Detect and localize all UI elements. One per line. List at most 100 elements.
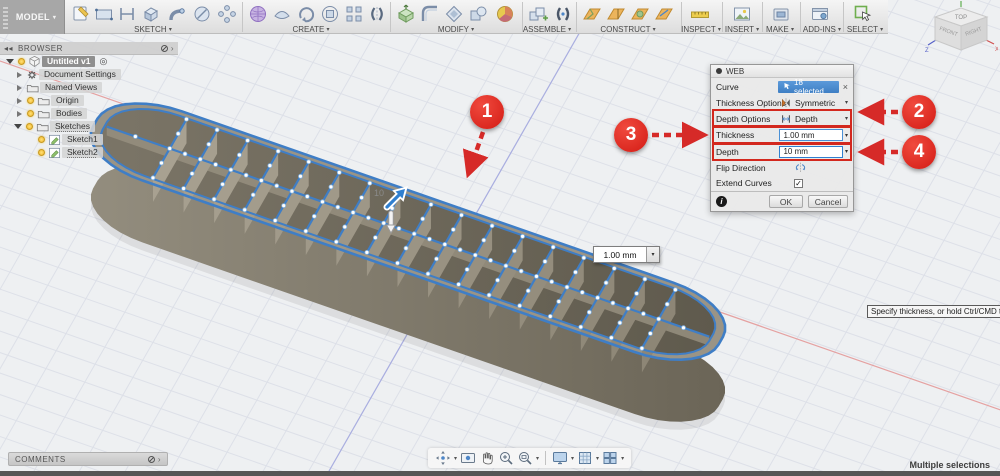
addins-icon[interactable] — [809, 3, 831, 25]
chevron-down-icon[interactable]: ▾ — [454, 455, 457, 462]
visibility-bulb-icon[interactable] — [26, 123, 33, 130]
cancel-button[interactable]: Cancel — [808, 195, 848, 208]
plane-angle-icon[interactable] — [605, 3, 627, 25]
plane-tangent-icon[interactable] — [629, 3, 651, 25]
visibility-bulb-icon[interactable] — [27, 97, 34, 104]
expanded-triangle-icon[interactable] — [14, 124, 22, 129]
chevron-right-icon[interactable]: › — [171, 44, 174, 53]
viewports-icon[interactable] — [602, 450, 618, 466]
visibility-bulb-icon[interactable] — [38, 149, 45, 156]
workspace-switcher[interactable]: MODEL ▾ — [0, 0, 65, 34]
browser-item-origin[interactable]: Origin — [0, 94, 178, 107]
mirror-icon[interactable] — [366, 3, 388, 25]
item-label[interactable]: Origin — [51, 95, 84, 106]
curve-selection-button[interactable]: 18 selected — [778, 78, 839, 96]
browser-item-document[interactable]: Untitled v1 ◎ — [0, 55, 178, 68]
group-label-construct[interactable]: CONSTRUCT ▾ — [600, 25, 655, 34]
chevron-down-icon[interactable]: ▾ — [845, 99, 848, 106]
orbit-icon[interactable] — [435, 450, 451, 466]
loft-icon[interactable] — [271, 3, 293, 25]
group-label-insert[interactable]: INSERT ▾ — [725, 25, 759, 34]
item-label[interactable]: Bodies — [51, 108, 87, 119]
browser-header[interactable]: ◂◂ BROWSER › — [0, 42, 178, 55]
browser-item-document-settings[interactable]: Document Settings — [0, 68, 178, 81]
web-dialog-header[interactable]: WEB — [711, 65, 853, 78]
visibility-bulb-icon[interactable] — [27, 110, 34, 117]
collapsed-triangle-icon[interactable] — [17, 97, 22, 104]
grid-display-icon[interactable] — [577, 450, 593, 466]
info-icon[interactable]: i — [716, 196, 727, 207]
comments-filter-icon[interactable] — [147, 455, 155, 463]
circular-pattern-icon[interactable] — [319, 3, 341, 25]
expanded-triangle-icon[interactable] — [6, 59, 14, 64]
plane-offset-icon[interactable] — [581, 3, 603, 25]
zoom-icon[interactable] — [498, 450, 514, 466]
group-label-select[interactable]: SELECT ▾ — [847, 25, 883, 34]
item-label[interactable]: Sketch1 — [62, 134, 103, 145]
fillet-icon[interactable] — [419, 3, 441, 25]
thickness-input[interactable]: 1.00 mm — [779, 129, 843, 141]
window-zoom-icon[interactable] — [517, 450, 533, 466]
display-settings-icon[interactable] — [552, 450, 568, 466]
chevron-down-icon[interactable]: ▾ — [536, 455, 539, 462]
view-cube[interactable]: TOP FRONT RIGHT X Z — [924, 0, 998, 58]
collapsed-triangle-icon[interactable] — [17, 84, 22, 91]
new-component-icon[interactable] — [527, 3, 549, 25]
chevron-down-icon[interactable]: ▾ — [571, 455, 574, 462]
group-label-add-ins[interactable]: ADD-INS ▾ — [803, 25, 841, 34]
group-label-inspect[interactable]: INSPECT ▾ — [681, 25, 721, 34]
chevron-down-icon[interactable]: ▾ — [845, 115, 848, 122]
group-label-modify[interactable]: MODIFY ▾ — [438, 25, 474, 34]
group-label-make[interactable]: MAKE ▾ — [766, 25, 794, 34]
comments-panel[interactable]: COMMENTS › — [8, 452, 168, 466]
depth-options-dropdown[interactable]: Depth — [780, 113, 818, 125]
thickness-spinner-icon[interactable]: ▾ — [845, 132, 848, 139]
measure-icon[interactable] — [689, 3, 711, 25]
depth-spinner-icon[interactable]: ▾ — [845, 148, 848, 155]
create-sketch-icon[interactable] — [70, 3, 92, 25]
item-label[interactable]: Sketches — [50, 121, 95, 132]
browser-item-sketches[interactable]: Sketches — [0, 120, 178, 133]
form-icon[interactable] — [247, 3, 269, 25]
clear-selection-icon[interactable]: × — [843, 82, 848, 92]
item-label[interactable]: Named Views — [40, 82, 103, 93]
combine-icon[interactable] — [467, 3, 489, 25]
chevron-down-icon[interactable]: ▾ — [621, 455, 624, 462]
browser-item-named-views[interactable]: Named Views — [0, 81, 178, 94]
document-name[interactable]: Untitled v1 — [42, 56, 96, 67]
group-label-assemble[interactable]: ASSEMBLE ▾ — [523, 25, 571, 34]
joint-icon[interactable] — [552, 3, 574, 25]
group-label-sketch[interactable]: SKETCH ▾ — [134, 25, 172, 34]
group-label-create[interactable]: CREATE ▾ — [292, 25, 329, 34]
plane-midplane-icon[interactable] — [653, 3, 675, 25]
project-icon[interactable] — [140, 3, 162, 25]
item-label[interactable]: Sketch2 — [62, 147, 103, 158]
pan-icon[interactable] — [479, 450, 495, 466]
thickness-options-dropdown[interactable]: Symmetric — [780, 97, 835, 109]
pattern-icon[interactable] — [343, 3, 365, 25]
sketch-pattern-icon[interactable] — [216, 3, 238, 25]
look-at-icon[interactable] — [460, 450, 476, 466]
collapsed-triangle-icon[interactable] — [17, 110, 22, 117]
line-icon[interactable] — [116, 3, 138, 25]
chevron-down-icon[interactable]: ▾ — [596, 455, 599, 462]
rectangle-icon[interactable] — [93, 3, 115, 25]
visibility-bulb-icon[interactable] — [18, 58, 25, 65]
dimension-value-input[interactable]: 1.00 mm — [594, 247, 646, 262]
item-label[interactable]: Document Settings — [39, 69, 121, 80]
ok-button[interactable]: OK — [769, 195, 803, 208]
extend-curves-checkbox[interactable]: ✓ — [794, 178, 803, 188]
chevron-right-icon[interactable]: › — [158, 455, 161, 464]
make-icon[interactable] — [770, 3, 792, 25]
collapse-icon[interactable]: ◂◂ — [4, 44, 13, 53]
activate-radio-icon[interactable]: ◎ — [99, 56, 107, 67]
select-icon[interactable] — [852, 3, 874, 25]
visibility-bulb-icon[interactable] — [38, 136, 45, 143]
filter-icon[interactable] — [160, 44, 168, 52]
browser-item-sketch2[interactable]: Sketch2 — [0, 146, 178, 159]
shell-icon[interactable] — [443, 3, 465, 25]
browser-item-bodies[interactable]: Bodies — [0, 107, 178, 120]
depth-input[interactable]: 10 mm — [779, 145, 843, 158]
appearance-icon[interactable] — [494, 3, 516, 25]
collapsed-triangle-icon[interactable] — [17, 71, 22, 78]
